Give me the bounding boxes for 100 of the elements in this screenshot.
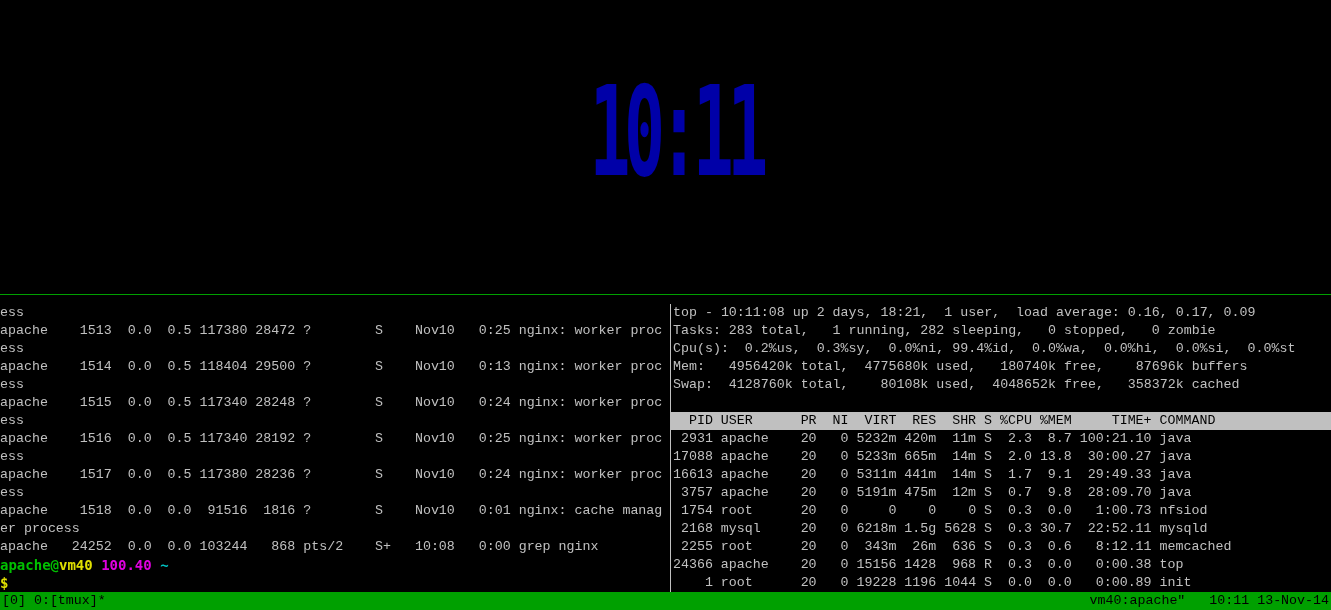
table-cell: init <box>1159 574 1192 592</box>
column-header: PR <box>799 412 817 430</box>
window-list[interactable]: [0] 0:[tmux]* <box>2 592 106 610</box>
table-cell-text: 20 <box>799 448 817 466</box>
table-cell-text: 0.6 <box>1046 538 1072 556</box>
column-header: NI <box>831 412 849 430</box>
table-cell-text: 20 <box>799 484 817 502</box>
table-cell: 6218m <box>856 520 897 538</box>
table-cell-text: 28:09.70 <box>1086 484 1152 502</box>
table-cell: 1196 <box>904 574 937 592</box>
table-cell-text: 0 <box>839 520 849 538</box>
table-cell: 420m <box>904 430 937 448</box>
table-cell-text: 2931 <box>679 430 713 448</box>
prompt-text: 100.40 <box>101 557 152 573</box>
terminal-line: apache 1514 0.0 0.5 118404 29500 ? S Nov10 0:13 nginx: worker proc <box>0 358 664 376</box>
table-cell-text: 0 <box>839 484 849 502</box>
terminal-line: ess <box>0 304 25 322</box>
top-summary-line: Mem: 4956420k total, 4775680k used, 180740k free, 87696k buffers <box>673 358 1249 376</box>
table-cell: 13.8 <box>1039 448 1072 466</box>
table-cell-text: 0.0 <box>1046 574 1072 592</box>
table-cell-text: 29:49.33 <box>1086 466 1152 484</box>
table-cell: 5191m <box>856 484 897 502</box>
column-header: RES <box>911 412 937 430</box>
table-cell-text: 0 <box>839 538 849 556</box>
table-cell: nfsiod <box>1159 502 1208 520</box>
status-host: vm40:apache" <box>1089 592 1186 610</box>
table-cell-text: 968 <box>951 556 977 574</box>
table-cell: 30.7 <box>1039 520 1072 538</box>
table-cell-text: 0.0 <box>1006 574 1032 592</box>
table-cell: S <box>984 430 993 448</box>
table-cell-text: 0.3 <box>1006 520 1032 538</box>
table-cell: S <box>984 520 993 538</box>
table-cell: 5232m <box>856 430 897 448</box>
terminal-line: ess <box>0 412 25 430</box>
table-cell: 5233m <box>856 448 897 466</box>
table-cell: S <box>984 448 993 466</box>
table-cell: S <box>984 574 993 592</box>
table-cell-text: root <box>720 538 754 556</box>
table-cell-text: 0 <box>887 502 897 520</box>
top-summary-line: Cpu(s): 0.2%us, 0.3%sy, 0.0%ni, 99.4%id, 0.0%wa, 0.0%hi, 0.0%si, 0.0%st <box>673 340 1297 358</box>
column-header: TIME+ <box>1110 412 1152 430</box>
column-header: USER <box>720 412 754 430</box>
top-summary-line: top - 10:11:08 up 2 days, 18:21, 1 user, load average: 0.16, 0.17, 0.09 <box>673 304 1257 322</box>
table-cell-text: 3757 <box>679 484 713 502</box>
table-cell-text: 20 <box>799 466 817 484</box>
table-cell-text: 0.3 <box>1006 556 1032 574</box>
table-cell-text: 0 <box>839 430 849 448</box>
clock-time: 10:11 <box>588 64 764 200</box>
table-cell-text: 2.0 <box>1006 448 1032 466</box>
table-cell: 5628 <box>944 520 977 538</box>
column-header: %MEM <box>1039 412 1072 430</box>
table-cell-text: apache <box>720 484 770 502</box>
table-cell-text: 1 <box>703 574 713 592</box>
terminal-line: ess <box>0 448 25 466</box>
table-cell: S <box>984 502 993 520</box>
column-header: S <box>984 412 993 430</box>
column-header: PID <box>687 412 713 430</box>
table-cell: top <box>1159 556 1184 574</box>
table-cell: 1428 <box>904 556 937 574</box>
table-cell-text: apache <box>720 556 770 574</box>
table-cell: 19228 <box>856 574 897 592</box>
table-cell: memcached <box>1159 538 1232 556</box>
table-cell-text: 1.7 <box>1006 466 1032 484</box>
terminal-line: ess <box>0 484 25 502</box>
terminal-line: ess <box>0 376 25 394</box>
table-cell: 1.5g <box>904 520 937 538</box>
table-cell: java <box>1159 448 1192 466</box>
table-cell: 665m <box>904 448 937 466</box>
table-cell-text: 14m <box>951 466 977 484</box>
table-cell: mysqld <box>1159 520 1208 538</box>
table-cell: 5311m <box>856 466 897 484</box>
table-cell-text: 0 <box>839 502 849 520</box>
table-cell: 16613 <box>673 466 713 484</box>
table-cell-text: 0 <box>927 502 937 520</box>
table-cell-text: 20 <box>799 502 817 520</box>
terminal-line: apache 1516 0.0 0.5 117340 28192 ? S Nov10 0:25 nginx: worker proc <box>0 430 664 448</box>
table-cell-text: 0 <box>839 448 849 466</box>
table-cell-text: 20 <box>799 520 817 538</box>
terminal-line: apache 1513 0.0 0.5 117380 28472 ? S Nov10 0:25 nginx: worker proc <box>0 322 664 340</box>
table-cell-text: 11m <box>951 430 977 448</box>
table-cell-text: 0.7 <box>1006 484 1032 502</box>
table-cell-text: 0.3 <box>1006 502 1032 520</box>
table-cell-text: 20 <box>799 574 817 592</box>
table-cell-text: 636 <box>951 538 977 556</box>
prompt-text: apache@ <box>0 557 59 573</box>
table-cell: 475m <box>904 484 937 502</box>
table-cell: java <box>1159 430 1192 448</box>
table-cell-text: 20 <box>799 556 817 574</box>
table-cell: 15156 <box>856 556 897 574</box>
table-cell-text: 1754 <box>679 502 713 520</box>
table-cell-text: 0:00.38 <box>1094 556 1152 574</box>
table-cell-text: 8:12.11 <box>1094 538 1152 556</box>
table-cell: S <box>984 484 993 502</box>
table-cell-text: 0 <box>839 556 849 574</box>
table-cell-text: 343m <box>863 538 897 556</box>
table-cell-text: 20 <box>799 538 817 556</box>
top-summary-line: Swap: 4128760k total, 80108k used, 4048652k free, 358372k cached <box>673 376 1241 394</box>
column-header: %CPU <box>1000 412 1032 430</box>
table-cell-text: 30:00.27 <box>1086 448 1152 466</box>
terminal-line: apache 1515 0.0 0.5 117340 28248 ? S Nov10 0:24 nginx: worker proc <box>0 394 664 412</box>
